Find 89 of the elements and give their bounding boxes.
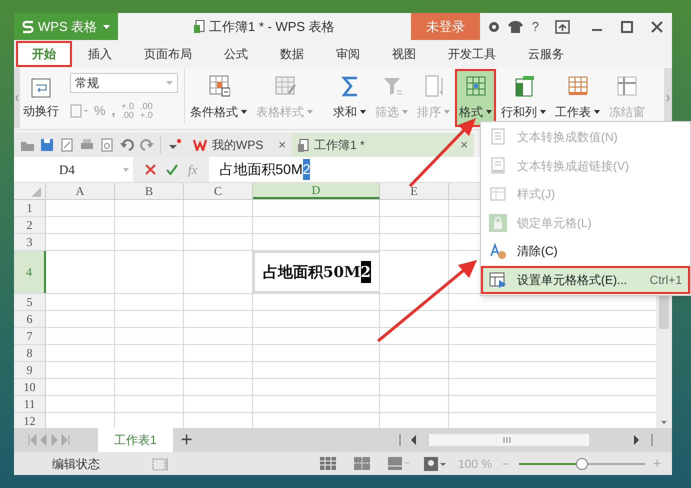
status-mode: 编辑状态 bbox=[52, 456, 100, 472]
row-header[interactable]: 11 bbox=[14, 396, 46, 412]
app-menu-button[interactable]: WPS 表格 bbox=[14, 13, 118, 40]
column-header[interactable]: D bbox=[253, 183, 380, 199]
slider-thumb[interactable] bbox=[576, 458, 588, 470]
logo-icon bbox=[22, 20, 34, 34]
caret-icon bbox=[360, 110, 366, 114]
lock-icon bbox=[489, 214, 507, 232]
help-button[interactable]: ? bbox=[532, 16, 539, 36]
caret-icon bbox=[166, 81, 173, 85]
ribbon-tab[interactable]: 数据 bbox=[264, 41, 320, 67]
row-header[interactable]: 1 bbox=[14, 200, 46, 216]
eraser-icon bbox=[489, 242, 507, 260]
zoom-level: 100 % bbox=[458, 456, 492, 472]
close-tab-button[interactable]: × bbox=[460, 135, 468, 155]
page-break-view-icon[interactable] bbox=[354, 457, 370, 470]
table-icon bbox=[489, 270, 507, 289]
print-preview-icon[interactable] bbox=[100, 138, 114, 152]
macro-icon[interactable] bbox=[152, 456, 168, 470]
shirt-icon[interactable] bbox=[508, 20, 524, 32]
caret-icon bbox=[402, 110, 408, 114]
column-header[interactable]: E bbox=[380, 183, 449, 199]
ribbon-tab[interactable]: 页面布局 bbox=[128, 41, 208, 67]
row-header[interactable]: 3 bbox=[14, 234, 46, 250]
document-icon bbox=[194, 20, 206, 33]
menu-item[interactable]: 设置单元格格式(E)... Ctrl+1 bbox=[481, 266, 690, 294]
ribbon-tab[interactable]: 云服务 bbox=[512, 41, 580, 67]
row-header[interactable]: 6 bbox=[14, 311, 46, 327]
ribbon-tab[interactable]: 开始 bbox=[16, 41, 72, 67]
ribbon-tab[interactable]: 公式 bbox=[208, 41, 264, 67]
w-logo-icon bbox=[193, 139, 207, 151]
sheet-tab[interactable]: 工作表1 bbox=[98, 428, 173, 452]
row-header[interactable]: 10 bbox=[14, 379, 46, 395]
ribbon-command-button[interactable]: 求和 bbox=[329, 69, 370, 127]
add-sheet-button[interactable]: + bbox=[172, 425, 200, 455]
normal-view-icon[interactable] bbox=[320, 457, 336, 470]
wrap-text-button[interactable]: 动换行 bbox=[20, 68, 62, 124]
column-header[interactable]: A bbox=[46, 183, 115, 199]
caret-icon bbox=[594, 110, 600, 114]
ribbon-tab[interactable]: 视图 bbox=[376, 41, 432, 67]
caret-icon bbox=[241, 110, 247, 114]
document-tab[interactable]: 我的WPS × bbox=[187, 133, 292, 157]
row-header[interactable]: 8 bbox=[14, 345, 46, 361]
document-icon bbox=[489, 156, 507, 175]
ribbon-tab[interactable]: 插入 bbox=[72, 41, 128, 67]
checkmark-icon[interactable] bbox=[166, 164, 178, 175]
close-tab-button[interactable]: × bbox=[278, 135, 286, 155]
column-header[interactable]: B bbox=[115, 183, 184, 199]
row-header[interactable]: 2 bbox=[14, 217, 46, 233]
maximize-icon[interactable] bbox=[620, 20, 634, 34]
wrap-text-icon bbox=[31, 78, 51, 98]
zoom-slider[interactable] bbox=[519, 458, 646, 470]
undo-icon[interactable] bbox=[120, 138, 134, 152]
caret-icon bbox=[307, 110, 313, 114]
caret-icon bbox=[123, 168, 129, 172]
ribbon-tab[interactable]: 开发工具 bbox=[432, 41, 512, 67]
caret-icon bbox=[444, 110, 450, 114]
page-layout-view-icon[interactable] bbox=[388, 457, 410, 470]
document-icon bbox=[489, 128, 507, 146]
caret-icon bbox=[486, 110, 492, 114]
active-cell[interactable]: 占地面积50M2 bbox=[253, 251, 380, 293]
ribbon-command-button[interactable]: 条件格式 bbox=[186, 69, 251, 127]
row-header[interactable]: 4 bbox=[14, 251, 46, 293]
pin-icon[interactable] bbox=[555, 20, 570, 34]
ribbon-tab[interactable]: 审阅 bbox=[320, 41, 376, 67]
redo-icon[interactable] bbox=[140, 138, 154, 152]
print-icon[interactable] bbox=[80, 138, 94, 152]
currency-icon[interactable] bbox=[70, 104, 88, 118]
export-icon[interactable] bbox=[60, 138, 74, 152]
ribbon-command-button[interactable]: 格式 bbox=[455, 69, 496, 127]
caret-icon bbox=[103, 24, 110, 28]
row-header[interactable]: 12 bbox=[14, 413, 46, 428]
customize-icon[interactable] bbox=[167, 138, 181, 152]
close-icon[interactable] bbox=[650, 20, 664, 34]
document-tab[interactable]: 工作簿1 * × bbox=[292, 133, 474, 157]
skin-icon[interactable] bbox=[488, 20, 500, 32]
row-header[interactable]: 9 bbox=[14, 362, 46, 378]
menu-item[interactable]: 清除(C) bbox=[481, 237, 690, 266]
document-icon bbox=[298, 138, 309, 152]
number-format-dropdown[interactable]: 常规 bbox=[70, 73, 178, 93]
annotation-arrow bbox=[408, 118, 476, 188]
save-icon[interactable] bbox=[40, 138, 54, 152]
window-title: 工作簿1 * - WPS 表格 bbox=[209, 18, 335, 36]
row-header[interactable]: 7 bbox=[14, 328, 46, 344]
caret-icon bbox=[540, 110, 546, 114]
row-header[interactable]: 5 bbox=[14, 294, 46, 310]
cancel-icon[interactable] bbox=[145, 164, 156, 175]
table-icon bbox=[489, 185, 507, 204]
reading-mode-icon[interactable] bbox=[424, 456, 446, 470]
